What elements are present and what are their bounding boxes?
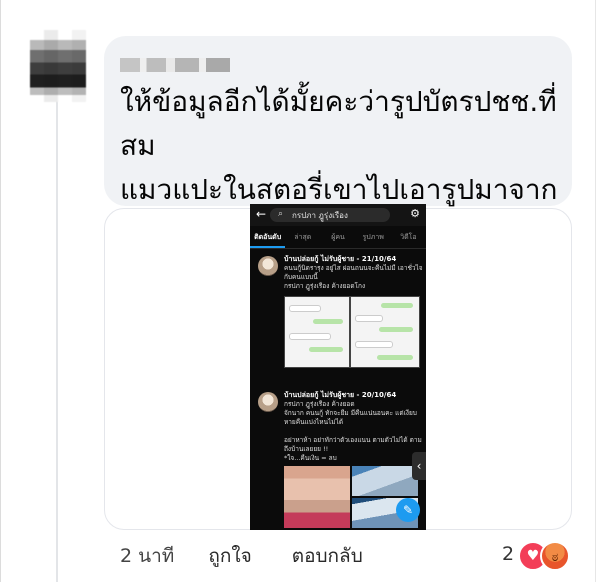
filter-icon: ⚙ (410, 207, 420, 220)
tweet-avatar (258, 256, 278, 276)
angry-icon[interactable]: ಠ (540, 541, 570, 571)
twitter-tabs: ติดอันดับ ล่าสุด ผู้คน รูปภาพ วิดีโอ (250, 226, 426, 249)
comment-time[interactable]: 2 นาที (120, 541, 174, 571)
search-pill: ⌕ กรปภา ฎูรุ่งเรือง (270, 208, 390, 222)
reaction-count[interactable]: 2 (502, 543, 514, 565)
back-arrow-icon: ← (256, 207, 267, 221)
tab-latest: ล่าสุด (294, 233, 312, 241)
id-card-photo (352, 466, 418, 496)
chat-screenshot (350, 296, 420, 368)
tweet-avatar (258, 392, 278, 412)
reply-button[interactable]: ตอบกลับ (292, 541, 363, 571)
compose-icon: ✎ (396, 498, 420, 522)
tweet-body: คนนกู้นิดรารุง อยู่ไส ผ่อนถนนจะคืนไม่มี … (284, 264, 423, 290)
tab-people: ผู้คน (331, 233, 345, 241)
comment-actions: 2 นาที ถูกใจ ตอบกลับ (120, 540, 403, 572)
author-name-blurred[interactable] (120, 58, 230, 72)
tab-top: ติดอันดับ (250, 226, 286, 248)
tab-videos: วิดีโอ (400, 233, 417, 241)
search-icon: ⌕ (278, 209, 284, 219)
tweet-1: บ้านปล่อยกู้ ไม่รับผู้ชาย - 21/10/64 คนน… (250, 252, 426, 372)
thread-line (56, 96, 58, 582)
twitter-search-bar: ← ⌕ กรปภา ฎูรุ่งเรือง ⚙ (250, 204, 426, 226)
avatar[interactable] (30, 30, 86, 102)
chevron-left-icon[interactable]: ‹ (412, 452, 426, 480)
selfie-photo (284, 466, 350, 528)
tweet-screenshot-image[interactable]: ← ⌕ กรปภา ฎูรุ่งเรือง ⚙ ติดอันดับ ล่าสุด… (250, 204, 426, 530)
like-button[interactable]: ถูกใจ (208, 541, 251, 571)
search-text: กรปภา ฎูรุ่งเรือง (292, 211, 348, 220)
chat-screenshot (284, 296, 350, 368)
tweet-body: กรปภา ฎูรุ่งเรือง ค้างยอด จักนาก คนนกู้ … (284, 400, 422, 462)
tab-photos: รูปภาพ (362, 233, 384, 241)
